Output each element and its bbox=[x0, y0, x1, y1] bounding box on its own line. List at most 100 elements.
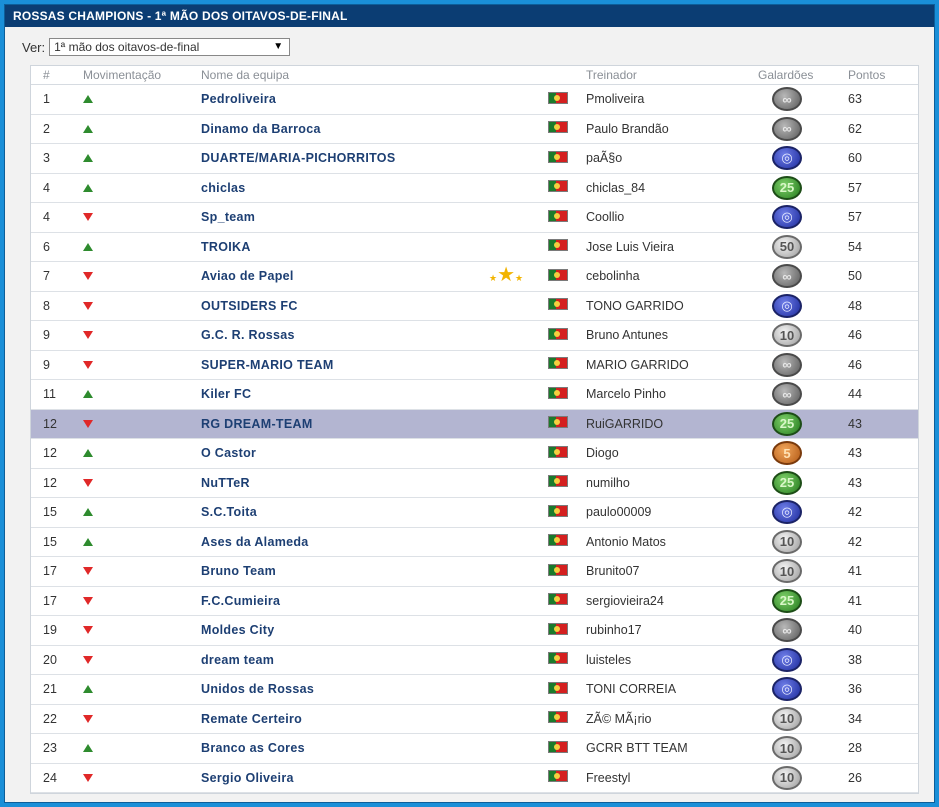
movement-cell bbox=[71, 328, 201, 342]
movement-cell bbox=[71, 181, 201, 195]
coach-cell: TONI CORREIA bbox=[586, 682, 677, 697]
team-name-link[interactable]: Branco as Cores bbox=[201, 741, 548, 755]
team-name-link[interactable]: S.C.Toita bbox=[201, 505, 548, 519]
team-name-link[interactable]: TROIKA bbox=[201, 240, 548, 254]
coach-cell: numilho bbox=[586, 475, 630, 490]
award-cell: ∞ bbox=[750, 87, 848, 112]
portugal-flag-icon bbox=[548, 622, 568, 635]
team-name-link[interactable]: dream team bbox=[201, 653, 548, 667]
points-cell: 46 bbox=[848, 328, 862, 343]
col-movement-header: Movimentação bbox=[83, 68, 162, 82]
points-cell: 54 bbox=[848, 239, 862, 254]
portugal-flag-icon bbox=[548, 298, 568, 311]
team-name-link[interactable]: Kiler FC bbox=[201, 387, 548, 401]
coach-cell: ZÃ© MÃ¡rio bbox=[586, 711, 652, 726]
arrow-down-icon bbox=[83, 213, 93, 222]
coach-cell: Antonio Matos bbox=[586, 534, 666, 549]
col-team-header: Nome da equipa bbox=[201, 68, 290, 82]
arrow-down-icon bbox=[83, 714, 93, 723]
dropdown-arrow-icon: ▼ bbox=[273, 41, 284, 52]
table-row: 17 Bruno Team Brunito07 10 41 bbox=[31, 557, 918, 587]
movement-cell bbox=[71, 741, 201, 755]
arrow-down-icon bbox=[83, 655, 93, 664]
movement-cell bbox=[71, 387, 201, 401]
team-name-link[interactable]: chiclas bbox=[201, 181, 548, 195]
team-name-link[interactable]: Dinamo da Barroca bbox=[201, 122, 548, 136]
award-cell: ◎ bbox=[750, 500, 848, 525]
team-name-link[interactable]: DUARTE/MARIA-PICHORRITOS bbox=[201, 151, 548, 165]
team-name-link[interactable]: SUPER-MARIO TEAM bbox=[201, 358, 548, 372]
flag-cell bbox=[548, 91, 586, 107]
arrow-up-icon bbox=[83, 124, 93, 133]
team-name-link[interactable]: Ases da Alameda bbox=[201, 535, 548, 549]
team-name-link[interactable]: Remate Certeiro bbox=[201, 712, 548, 726]
team-name-link[interactable]: Moldes City bbox=[201, 623, 548, 637]
points-cell: 43 bbox=[848, 446, 862, 461]
flag-cell bbox=[548, 327, 586, 343]
rank-cell: 22 bbox=[43, 711, 57, 726]
rank-cell: 21 bbox=[43, 682, 57, 697]
movement-cell bbox=[71, 535, 201, 549]
rank-cell: 17 bbox=[43, 564, 57, 579]
flag-cell bbox=[548, 298, 586, 313]
award-cell: 5 bbox=[750, 441, 848, 466]
movement-cell bbox=[71, 712, 201, 726]
award-medal-icon: 50 bbox=[772, 234, 802, 259]
coach-cell: paulo00009 bbox=[586, 505, 652, 520]
points-cell: 50 bbox=[848, 269, 862, 284]
team-name-link[interactable]: Bruno Team bbox=[201, 564, 548, 578]
award-medal-icon: ∞ bbox=[772, 264, 802, 289]
portugal-flag-icon bbox=[548, 475, 568, 488]
arrow-up-icon bbox=[83, 95, 93, 104]
coach-cell: Freestyl bbox=[586, 770, 631, 785]
team-name-link[interactable]: O Castor bbox=[201, 446, 548, 460]
award-medal-icon: ∞ bbox=[772, 618, 802, 643]
arrow-down-icon bbox=[83, 331, 93, 340]
arrow-down-icon bbox=[83, 596, 93, 605]
team-name-link[interactable]: Unidos de Rossas bbox=[201, 682, 548, 696]
team-name-link[interactable]: G.C. R. Rossas bbox=[201, 328, 548, 342]
coach-cell: Pmoliveira bbox=[586, 92, 645, 107]
table-row: 12 RG DREAM-TEAM RuiGARRIDO 25 43 bbox=[31, 409, 918, 439]
portugal-flag-icon bbox=[548, 386, 568, 399]
team-name-link[interactable]: Pedroliveira bbox=[201, 92, 548, 106]
portugal-flag-icon bbox=[548, 504, 568, 517]
flag-cell bbox=[548, 534, 586, 549]
award-medal-icon: ◎ bbox=[772, 677, 802, 702]
flag-cell bbox=[548, 357, 586, 372]
coach-cell: cebolinha bbox=[586, 269, 640, 284]
points-cell: 41 bbox=[848, 593, 862, 608]
table-row: 19 Moldes City rubinho17 ∞ 40 bbox=[31, 616, 918, 646]
award-cell: 10 bbox=[750, 765, 848, 790]
round-select[interactable]: 1ª mão dos oitavos-de-final ▼ bbox=[49, 38, 291, 56]
points-cell: 60 bbox=[848, 151, 862, 166]
arrow-down-icon bbox=[83, 360, 93, 369]
portugal-flag-icon bbox=[548, 268, 568, 281]
arrow-up-icon bbox=[83, 685, 93, 694]
table-row: 23 Branco as Cores GCRR BTT TEAM 10 28 bbox=[31, 734, 918, 764]
portugal-flag-icon bbox=[548, 150, 568, 163]
flag-cell bbox=[548, 593, 586, 608]
team-name-link[interactable]: Sergio Oliveira bbox=[201, 771, 548, 785]
rank-cell: 4 bbox=[43, 180, 50, 195]
portugal-flag-icon bbox=[548, 534, 568, 547]
award-medal-icon: 10 bbox=[772, 323, 802, 348]
panel-title: ROSSAS CHAMPIONS - 1ª MÃO DOS OITAVOS-DE… bbox=[5, 5, 934, 27]
view-filter-label: Ver: bbox=[22, 39, 46, 55]
table-row: 11 Kiler FC Marcelo Pinho ∞ 44 bbox=[31, 380, 918, 410]
team-name-link[interactable]: F.C.Cumieira bbox=[201, 594, 548, 608]
points-cell: 44 bbox=[848, 387, 862, 402]
team-name-link[interactable]: Sp_team bbox=[201, 210, 548, 224]
team-name-link[interactable]: OUTSIDERS FC bbox=[201, 299, 548, 313]
table-row: 6 TROIKA Jose Luis Vieira 50 54 bbox=[31, 233, 918, 262]
points-cell: 43 bbox=[848, 475, 862, 490]
table-row: 22 Remate Certeiro ZÃ© MÃ¡rio 10 34 bbox=[31, 705, 918, 734]
team-name-link[interactable]: RG DREAM-TEAM bbox=[201, 417, 548, 431]
flag-cell bbox=[548, 504, 586, 520]
team-name-link[interactable]: NuTTeR bbox=[201, 476, 548, 490]
arrow-up-icon bbox=[83, 390, 93, 399]
table-row: 8 OUTSIDERS FC TONO GARRIDO ◎ 48 bbox=[31, 292, 918, 321]
movement-cell bbox=[71, 269, 201, 283]
flag-cell bbox=[548, 711, 586, 726]
points-cell: 48 bbox=[848, 298, 862, 313]
